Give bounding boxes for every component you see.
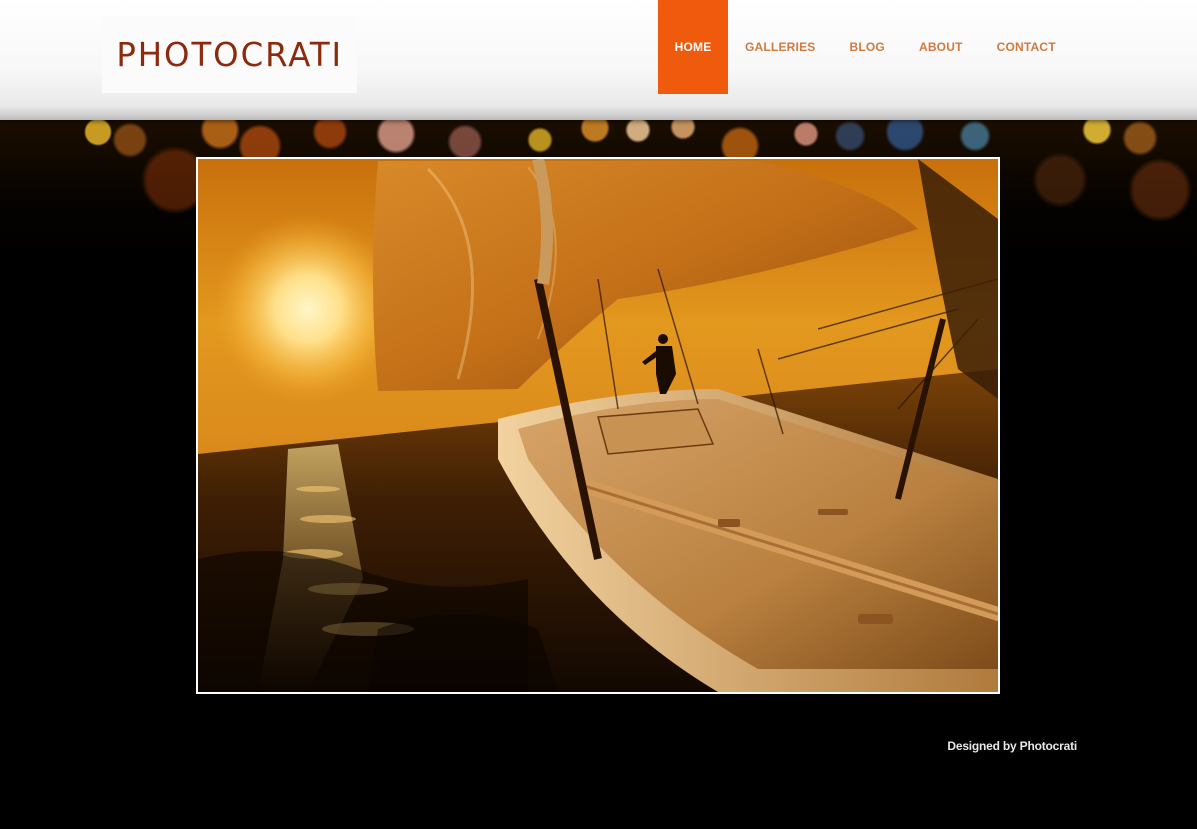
nav-item-galleries[interactable]: GALLERIES [728, 0, 832, 94]
nav-item-blog[interactable]: BLOG [832, 0, 901, 94]
footer-credit[interactable]: Designed by Photocrati [947, 739, 1077, 753]
nav-item-contact[interactable]: CONTACT [980, 0, 1073, 94]
nav-item-about[interactable]: ABOUT [902, 0, 980, 94]
sailboat-sunset-photo [198, 159, 998, 692]
slideshow-image[interactable] [196, 157, 1000, 694]
logo-text: PHOTOCRATI [116, 35, 343, 74]
site-header: PHOTOCRATI HOME GALLERIES BLOG ABOUT CON… [0, 0, 1197, 120]
main-navigation: HOME GALLERIES BLOG ABOUT CONTACT [658, 0, 1073, 94]
page: PHOTOCRATI HOME GALLERIES BLOG ABOUT CON… [0, 0, 1197, 829]
site-logo[interactable]: PHOTOCRATI [102, 16, 357, 93]
nav-item-home[interactable]: HOME [658, 0, 728, 94]
